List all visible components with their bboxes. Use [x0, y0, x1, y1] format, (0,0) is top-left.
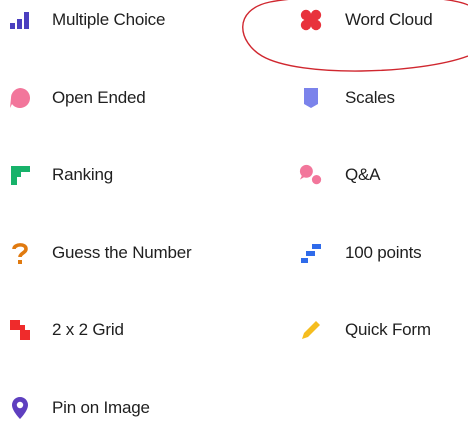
question-type-word-cloud[interactable]: Word Cloud	[299, 4, 433, 36]
question-type-label: Open Ended	[52, 88, 146, 107]
question-type-label: Multiple Choice	[52, 10, 166, 29]
question-mark-icon	[8, 241, 32, 265]
question-type-guess-the-number[interactable]: Guess the Number	[8, 237, 192, 269]
pencil-icon	[299, 318, 323, 342]
question-type-open-ended[interactable]: Open Ended	[8, 82, 146, 114]
question-type-label: Word Cloud	[345, 10, 433, 29]
question-type-label: Guess the Number	[52, 243, 192, 262]
bar-chart-icon	[8, 8, 32, 32]
question-type-scales[interactable]: Scales	[299, 82, 395, 114]
question-type-label: Quick Form	[345, 320, 431, 339]
question-type-label: Q&A	[345, 165, 381, 184]
highlight-annotation	[242, 0, 468, 72]
question-type-multiple-choice[interactable]: Multiple Choice	[8, 4, 165, 36]
question-type-label: Scales	[345, 88, 395, 107]
question-type-label: Pin on Image	[52, 398, 150, 417]
question-type-quick-form[interactable]: Quick Form	[299, 314, 431, 346]
question-type-ranking[interactable]: Ranking	[8, 159, 113, 191]
question-type-100-points[interactable]: 100 points	[299, 237, 422, 269]
question-type-2x2-grid[interactable]: 2 x 2 Grid	[8, 314, 124, 346]
speech-bubble-icon	[8, 86, 32, 110]
question-type-qa[interactable]: Q&A	[299, 159, 381, 191]
map-pin-icon	[8, 396, 32, 420]
question-type-label: 2 x 2 Grid	[52, 320, 124, 339]
question-type-label: Ranking	[52, 165, 113, 184]
points-icon	[299, 241, 323, 265]
ranking-icon	[8, 163, 32, 187]
scales-icon	[299, 86, 323, 110]
word-cloud-icon	[299, 8, 323, 32]
question-type-label: 100 points	[345, 243, 422, 262]
qa-bubbles-icon	[299, 163, 323, 187]
question-type-pin-on-image[interactable]: Pin on Image	[8, 392, 150, 424]
grid-icon	[8, 318, 32, 342]
